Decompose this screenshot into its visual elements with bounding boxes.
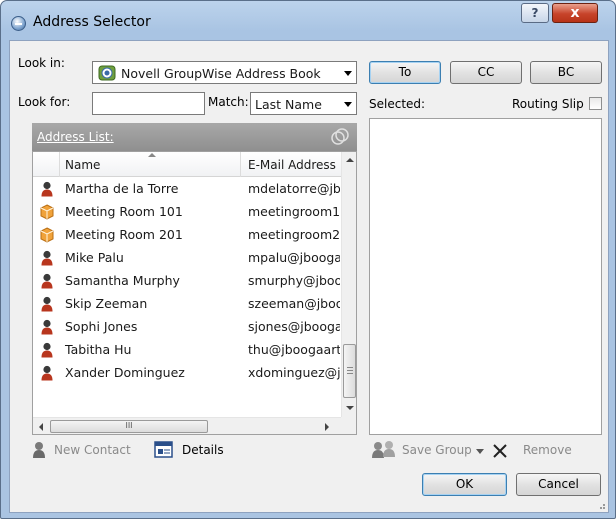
column-header-name[interactable]: Name bbox=[65, 158, 100, 172]
contact-name: Meeting Room 201 bbox=[65, 227, 183, 242]
scroll-thumb[interactable] bbox=[343, 344, 356, 398]
contact-name: Xander Dominguez bbox=[65, 365, 185, 380]
contact-name: Samantha Murphy bbox=[65, 273, 180, 288]
person-icon bbox=[41, 250, 53, 266]
match-dropdown[interactable]: Last Name bbox=[250, 92, 357, 115]
contact-email: sjones@jboogaart.com bbox=[248, 319, 340, 334]
new-contact-icon bbox=[33, 442, 45, 458]
column-divider[interactable] bbox=[240, 152, 241, 177]
sort-ascending-icon bbox=[148, 153, 156, 157]
contact-email: meetingroom201@jboogaart.com bbox=[248, 227, 340, 242]
app-icon bbox=[11, 16, 26, 31]
cc-button[interactable]: CC bbox=[450, 61, 522, 84]
contact-email: szeeman@jboogaart.com bbox=[248, 296, 340, 311]
scroll-left-icon[interactable] bbox=[39, 423, 43, 431]
table-row[interactable]: Skip Zeeman szeeman@jboogaart.com bbox=[33, 292, 341, 315]
table-row[interactable]: Sophi Jones sjones@jboogaart.com bbox=[33, 315, 341, 338]
list-rows: Martha de la Torre mdelatorre@jboogaart.c… bbox=[33, 177, 341, 384]
table-row[interactable]: Tabitha Hu thu@jboogaart.com bbox=[33, 338, 341, 361]
table-row[interactable]: Xander Dominguez xdominguez@jboogaart.com bbox=[33, 361, 341, 384]
ok-button[interactable]: OK bbox=[422, 473, 507, 496]
contact-email: mpalu@jboogaart.com bbox=[248, 250, 340, 265]
bc-button[interactable]: BC bbox=[530, 61, 602, 84]
chevron-down-icon bbox=[344, 71, 352, 76]
person-icon bbox=[41, 181, 53, 197]
close-button[interactable]: x bbox=[552, 3, 598, 23]
column-divider bbox=[59, 152, 60, 177]
new-contact-button[interactable]: New Contact bbox=[54, 443, 131, 457]
table-row[interactable]: Meeting Room 101 meetingroom101@jboogaart… bbox=[33, 200, 341, 223]
contact-name: Tabitha Hu bbox=[65, 342, 132, 357]
contact-email: thu@jboogaart.com bbox=[248, 342, 340, 357]
scroll-down-icon[interactable] bbox=[346, 406, 354, 410]
scroll-up-icon[interactable] bbox=[346, 158, 354, 162]
scroll-right-icon[interactable] bbox=[325, 423, 329, 431]
table-row[interactable]: Meeting Room 201 meetingroom201@jboogaart… bbox=[33, 223, 341, 246]
person-icon bbox=[41, 273, 53, 289]
contact-email: mdelatorre@jboogaart.com bbox=[248, 181, 340, 196]
look-for-input[interactable] bbox=[92, 92, 205, 115]
address-selector-window: Address Selector ? x Look in: Novell Gro… bbox=[0, 0, 616, 519]
match-value: Last Name bbox=[255, 97, 322, 112]
table-row[interactable]: Mike Palu mpalu@jboogaart.com bbox=[33, 246, 341, 269]
rings-icon[interactable] bbox=[331, 128, 349, 146]
routing-slip-checkbox[interactable] bbox=[589, 97, 602, 110]
grip-line bbox=[347, 370, 353, 371]
address-list[interactable]: Name E-Mail Address Martha de la Torre md… bbox=[32, 151, 357, 435]
window-title: Address Selector bbox=[33, 14, 151, 30]
details-button[interactable]: Details bbox=[182, 443, 224, 457]
match-label: Match: bbox=[208, 95, 249, 109]
contact-email: xdominguez@jboogaart.com bbox=[248, 365, 340, 380]
address-list-title: Address List: bbox=[37, 130, 114, 144]
contact-email: smurphy@jboogaart.com bbox=[248, 273, 340, 288]
help-button[interactable]: ? bbox=[521, 3, 549, 23]
selected-recipients-list[interactable] bbox=[369, 118, 602, 435]
scroll-corner bbox=[341, 417, 356, 434]
look-in-value: Novell GroupWise Address Book bbox=[121, 66, 321, 81]
grip-line bbox=[347, 367, 353, 368]
list-header-row: Name E-Mail Address bbox=[33, 152, 341, 177]
chevron-down-icon[interactable] bbox=[476, 449, 484, 454]
resource-icon bbox=[40, 204, 54, 220]
look-in-dropdown[interactable]: Novell GroupWise Address Book bbox=[92, 61, 357, 84]
contact-email: meetingroom101@jboogaart.com bbox=[248, 204, 340, 219]
person-icon bbox=[41, 365, 53, 381]
remove-button[interactable]: Remove bbox=[523, 443, 572, 457]
remove-icon bbox=[493, 444, 507, 458]
resource-icon bbox=[40, 227, 54, 243]
title-bar[interactable]: Address Selector ? x bbox=[1, 1, 615, 39]
horizontal-scroll-thumb[interactable]: III bbox=[50, 420, 208, 433]
grip-line bbox=[347, 373, 353, 374]
selected-label: Selected: bbox=[369, 97, 426, 111]
address-book-icon bbox=[98, 65, 116, 81]
save-group-icon bbox=[372, 441, 395, 458]
person-icon bbox=[41, 296, 53, 312]
horizontal-scrollbar[interactable]: III bbox=[33, 417, 341, 434]
resize-grip-icon[interactable] bbox=[596, 500, 606, 510]
to-button[interactable]: To bbox=[369, 61, 441, 84]
column-header-email[interactable]: E-Mail Address bbox=[248, 158, 340, 172]
details-icon bbox=[154, 441, 173, 458]
contact-name: Sophi Jones bbox=[65, 319, 138, 334]
person-icon bbox=[41, 342, 53, 358]
person-icon bbox=[41, 319, 53, 335]
contact-name: Skip Zeeman bbox=[65, 296, 148, 311]
chevron-down-icon bbox=[344, 102, 352, 107]
routing-slip-label: Routing Slip bbox=[512, 97, 584, 111]
contact-name: Mike Palu bbox=[65, 250, 124, 265]
table-row[interactable]: Martha de la Torre mdelatorre@jboogaart.c… bbox=[33, 177, 341, 200]
vertical-scrollbar[interactable] bbox=[341, 152, 356, 417]
cancel-button[interactable]: Cancel bbox=[516, 473, 601, 496]
save-group-button[interactable]: Save Group bbox=[402, 443, 472, 457]
address-list-header: Address List: bbox=[32, 123, 357, 151]
table-row[interactable]: Samantha Murphy smurphy@jboogaart.com bbox=[33, 269, 341, 292]
look-for-label: Look for: bbox=[18, 95, 71, 109]
dialog-body: Look in: Novell GroupWise Address Book L… bbox=[9, 40, 609, 513]
look-in-label: Look in: bbox=[18, 56, 65, 70]
contact-name: Meeting Room 101 bbox=[65, 204, 183, 219]
contact-name: Martha de la Torre bbox=[65, 181, 179, 196]
